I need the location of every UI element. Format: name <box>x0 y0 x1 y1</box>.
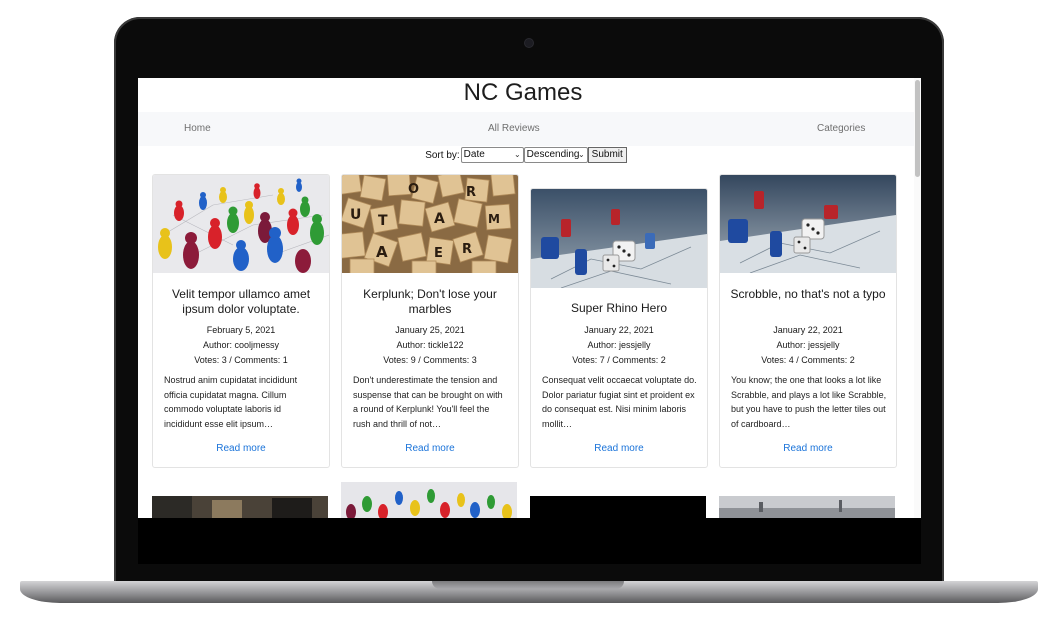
review-stats: Votes: 4 / Comments: 2 <box>761 355 855 365</box>
sort-field-select[interactable]: Date ⌄ <box>460 147 524 163</box>
review-image[interactable] <box>530 496 706 518</box>
svg-text:R: R <box>466 185 476 200</box>
review-date: January 25, 2021 <box>395 325 465 335</box>
review-author: Author: jessjelly <box>587 340 651 350</box>
svg-text:E: E <box>434 246 443 261</box>
review-date: February 5, 2021 <box>206 325 276 335</box>
board-dice-image <box>531 189 707 288</box>
review-date: January 22, 2021 <box>773 325 843 335</box>
svg-text:A: A <box>376 243 388 261</box>
review-stats: Votes: 7 / Comments: 2 <box>572 355 666 365</box>
review-title[interactable]: Kerplunk; Don't lose your marbles <box>350 287 510 317</box>
review-image[interactable] <box>153 175 329 273</box>
sort-order-value: Descending <box>526 149 580 160</box>
review-author: Author: jessjelly <box>776 340 840 350</box>
nav-categories-link[interactable]: Categories <box>817 123 865 134</box>
chevron-down-icon: ⌄ <box>513 150 521 159</box>
svg-text:A: A <box>434 211 445 227</box>
svg-text:M: M <box>488 212 500 226</box>
read-more-link[interactable]: Read more <box>720 443 896 454</box>
read-more-link[interactable]: Read more <box>531 443 707 454</box>
review-card: O R U T A M A E R Kerplunk; Don't lose y… <box>341 174 519 468</box>
sort-field-value: Date <box>463 149 485 160</box>
nav-bar: Home All Reviews Categories <box>138 112 914 146</box>
svg-text:R: R <box>462 242 472 257</box>
laptop-chin <box>138 518 921 564</box>
nav-all-reviews-link[interactable]: All Reviews <box>488 123 540 134</box>
review-stats: Votes: 9 / Comments: 3 <box>383 355 477 365</box>
chevron-down-icon: ⌄ <box>577 150 585 159</box>
foggy-landscape-image <box>719 496 895 518</box>
colored-game-pieces-image <box>341 482 517 518</box>
camera-icon <box>525 39 533 47</box>
svg-text:O: O <box>408 182 419 197</box>
review-card: Scrobble, no that's not a typo January 2… <box>719 174 897 468</box>
svg-text:U: U <box>350 207 361 223</box>
people-playing-image <box>152 496 328 518</box>
review-image[interactable] <box>531 189 707 288</box>
review-author: Author: tickle122 <box>396 340 464 350</box>
review-image[interactable] <box>720 175 896 273</box>
review-excerpt: Nostrud anim cupidatat incididunt offici… <box>164 375 298 429</box>
sort-label: Sort by: <box>425 149 460 161</box>
review-stats: Votes: 3 / Comments: 1 <box>194 355 288 365</box>
review-image[interactable] <box>719 496 895 518</box>
review-title[interactable]: Velit tempor ullamco amet ipsum dolor vo… <box>161 287 321 317</box>
review-title[interactable]: Super Rhino Hero <box>539 301 699 316</box>
letter-tiles-image: O R U T A M A E R <box>342 175 518 273</box>
read-more-link[interactable]: Read more <box>153 443 329 454</box>
submit-button[interactable]: Submit <box>587 147 627 163</box>
review-excerpt: You know; the one that looks a lot like … <box>731 375 887 429</box>
svg-text:T: T <box>378 213 388 229</box>
read-more-link[interactable]: Read more <box>342 443 518 454</box>
nav-home-link[interactable]: Home <box>184 123 211 134</box>
review-excerpt: Don't underestimate the tension and susp… <box>353 375 503 429</box>
review-title[interactable]: Scrobble, no that's not a typo <box>728 287 888 302</box>
review-excerpt: Consequat velit occaecat voluptate do. D… <box>542 375 697 429</box>
page-title: NC Games <box>463 79 583 106</box>
game-pieces-image <box>153 175 329 273</box>
review-card: Velit tempor ullamco amet ipsum dolor vo… <box>152 174 330 468</box>
board-dice-image <box>720 175 896 273</box>
review-image[interactable]: O R U T A M A E R <box>342 175 518 273</box>
sort-order-select[interactable]: Descending ⌄ <box>523 147 588 163</box>
review-date: January 22, 2021 <box>584 325 654 335</box>
review-author: Author: cooljmessy <box>202 340 280 350</box>
review-image[interactable] <box>152 496 328 518</box>
sort-form: Sort by: Date ⌄ Descending ⌄ Submit <box>138 147 914 165</box>
laptop-notch <box>432 581 624 589</box>
browser-screen: NC Games Home All Reviews Categories Sor… <box>138 78 921 518</box>
review-card: Super Rhino Hero January 22, 2021 Author… <box>530 188 708 468</box>
review-image[interactable] <box>341 482 517 518</box>
scrollbar-thumb[interactable] <box>915 80 920 177</box>
